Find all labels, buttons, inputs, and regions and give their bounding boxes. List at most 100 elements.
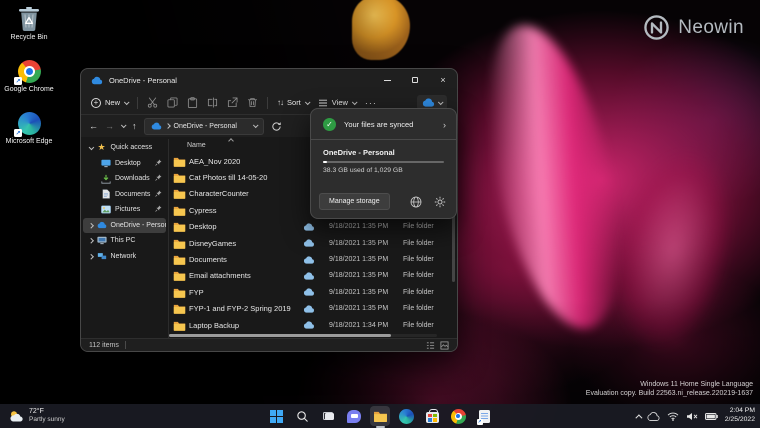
navigation-pane: ★ Quick access Desktop Downloads — [81, 139, 169, 338]
hidden-icons-chevron[interactable] — [635, 414, 642, 421]
file-name: Email attachments — [189, 271, 303, 280]
rename-icon[interactable] — [207, 97, 218, 108]
windows-logo-icon — [270, 410, 283, 423]
sync-status-row[interactable]: ✓ Your files are synced › — [311, 109, 456, 139]
wifi-icon[interactable] — [667, 412, 679, 421]
sidebar-item-quick-access[interactable]: ★ Quick access — [83, 140, 166, 156]
sidebar-item-this-pc[interactable]: This PC — [83, 233, 166, 249]
pictures-icon — [101, 205, 111, 215]
recent-locations-chevron[interactable] — [121, 122, 127, 128]
desktop-folder-icon — [101, 158, 111, 168]
up-button[interactable]: ↑ — [132, 121, 137, 131]
task-view-button[interactable] — [318, 406, 338, 426]
chat-button[interactable] — [344, 406, 364, 426]
file-type: File folder — [403, 305, 455, 312]
folder-icon — [173, 172, 189, 183]
desktop: Neowin Recycle Bin ↗ Google Chrome ↗ Mic… — [0, 0, 760, 428]
title-bar[interactable]: OneDrive - Personal × — [81, 69, 457, 91]
close-button[interactable]: × — [429, 69, 457, 91]
gear-icon[interactable] — [434, 196, 446, 208]
synced-check-icon: ✓ — [323, 118, 336, 131]
date-modified: 9/18/2021 1:35 PM — [329, 223, 403, 230]
file-row[interactable]: Laptop Backup9/18/2021 1:34 PMFile folde… — [169, 317, 455, 333]
file-row[interactable]: DisneyGames9/18/2021 1:35 PMFile folder — [169, 235, 455, 251]
file-explorer-button[interactable] — [370, 406, 390, 426]
copy-icon[interactable] — [167, 97, 178, 108]
manage-storage-button[interactable]: Manage storage — [319, 193, 390, 210]
watermark-line2: Evaluation copy. Build 22563.ni_release.… — [586, 389, 753, 398]
sort-button[interactable]: ↑↓ Sort — [277, 98, 309, 107]
sidebar-item-network[interactable]: Network — [83, 249, 166, 265]
store-icon — [426, 412, 439, 423]
forward-button[interactable]: → — [105, 121, 114, 131]
desktop-icon-recycle-bin[interactable]: Recycle Bin — [2, 6, 56, 43]
evaluation-watermark: Windows 11 Home Single Language Evaluati… — [586, 380, 753, 398]
file-name: Desktop — [189, 222, 303, 231]
file-row[interactable]: Documents9/18/2021 1:35 PMFile folder — [169, 251, 455, 267]
back-button[interactable]: ← — [89, 121, 98, 131]
pin-icon — [155, 174, 162, 183]
address-bar[interactable]: OneDrive - Personal — [144, 118, 264, 135]
sidebar-item-onedrive[interactable]: OneDrive - Personal — [83, 218, 166, 234]
desktop-icon-label: Recycle Bin — [11, 34, 48, 43]
delete-icon[interactable] — [247, 97, 258, 108]
maximize-button[interactable] — [401, 69, 429, 91]
file-row[interactable]: FYP9/18/2021 1:35 PMFile folder — [169, 284, 455, 300]
file-type: File folder — [403, 256, 455, 263]
file-row[interactable]: Email attachments9/18/2021 1:35 PMFile f… — [169, 268, 455, 284]
desktop-icon-google-chrome[interactable]: ↗ Google Chrome — [2, 58, 56, 95]
pinned-app-button[interactable] — [474, 406, 494, 426]
refresh-icon[interactable] — [271, 121, 282, 132]
desktop-icon-microsoft-edge[interactable]: ↗ Microsoft Edge — [2, 110, 56, 147]
details-view-icon[interactable] — [426, 341, 435, 350]
onedrive-tray-icon[interactable] — [647, 412, 660, 421]
new-button[interactable]: + New — [91, 98, 128, 108]
file-row[interactable]: FYP-1 and FYP-2 Spring 20199/18/2021 1:3… — [169, 301, 455, 317]
battery-icon[interactable] — [705, 413, 718, 420]
search-button[interactable] — [292, 406, 312, 426]
onedrive-synced-icon — [303, 272, 329, 280]
scrollbar-thumb[interactable] — [169, 334, 391, 337]
paste-icon[interactable] — [187, 97, 198, 108]
onedrive-cloud-icon — [91, 76, 103, 85]
thumbnail-view-icon[interactable] — [440, 341, 449, 350]
edge-icon: ↗ — [16, 110, 42, 136]
status-bar: 112 items — [81, 338, 457, 351]
sidebar-item-documents[interactable]: Documents — [83, 187, 166, 203]
folder-icon — [173, 205, 189, 216]
sort-arrows-icon: ↑↓ — [277, 98, 283, 107]
onedrive-synced-icon — [303, 256, 329, 264]
view-button[interactable]: View — [318, 98, 356, 107]
chat-icon — [347, 410, 361, 423]
sync-status-text: Your files are synced — [344, 120, 413, 129]
minimize-button[interactable] — [373, 69, 401, 91]
clock[interactable]: 2:04 PM 2/25/2022 — [725, 407, 755, 425]
edge-button[interactable] — [396, 406, 416, 426]
globe-icon[interactable] — [410, 196, 422, 208]
name-column-header: Name — [169, 142, 206, 149]
pin-icon — [155, 159, 162, 168]
storage-progress-fill — [323, 161, 327, 163]
breadcrumb[interactable]: OneDrive - Personal — [174, 123, 237, 130]
chrome-button[interactable] — [448, 406, 468, 426]
sidebar-item-downloads[interactable]: Downloads — [83, 171, 166, 187]
cut-icon[interactable] — [147, 97, 158, 108]
volume-muted-icon[interactable] — [686, 412, 698, 421]
divider — [137, 97, 138, 109]
more-options-button[interactable]: ··· — [365, 98, 377, 108]
sidebar-item-desktop[interactable]: Desktop — [83, 156, 166, 172]
onedrive-flyout: ✓ Your files are synced › OneDrive - Per… — [310, 108, 457, 219]
date-modified: 9/18/2021 1:34 PM — [329, 322, 403, 329]
file-row[interactable]: Desktop9/18/2021 1:35 PMFile folder — [169, 219, 455, 235]
onedrive-synced-icon — [303, 288, 329, 296]
share-icon[interactable] — [227, 97, 238, 108]
account-name: OneDrive - Personal — [311, 140, 456, 161]
onedrive-cloud-icon — [422, 98, 435, 107]
start-button[interactable] — [266, 406, 286, 426]
sidebar-item-pictures[interactable]: Pictures — [83, 202, 166, 218]
store-button[interactable] — [422, 406, 442, 426]
widgets-weather-button[interactable]: 72°F Partly sunny — [8, 404, 65, 428]
horizontal-scrollbar[interactable] — [169, 334, 437, 337]
file-name: Cypress — [189, 206, 303, 215]
address-dropdown-chevron[interactable] — [252, 122, 258, 128]
